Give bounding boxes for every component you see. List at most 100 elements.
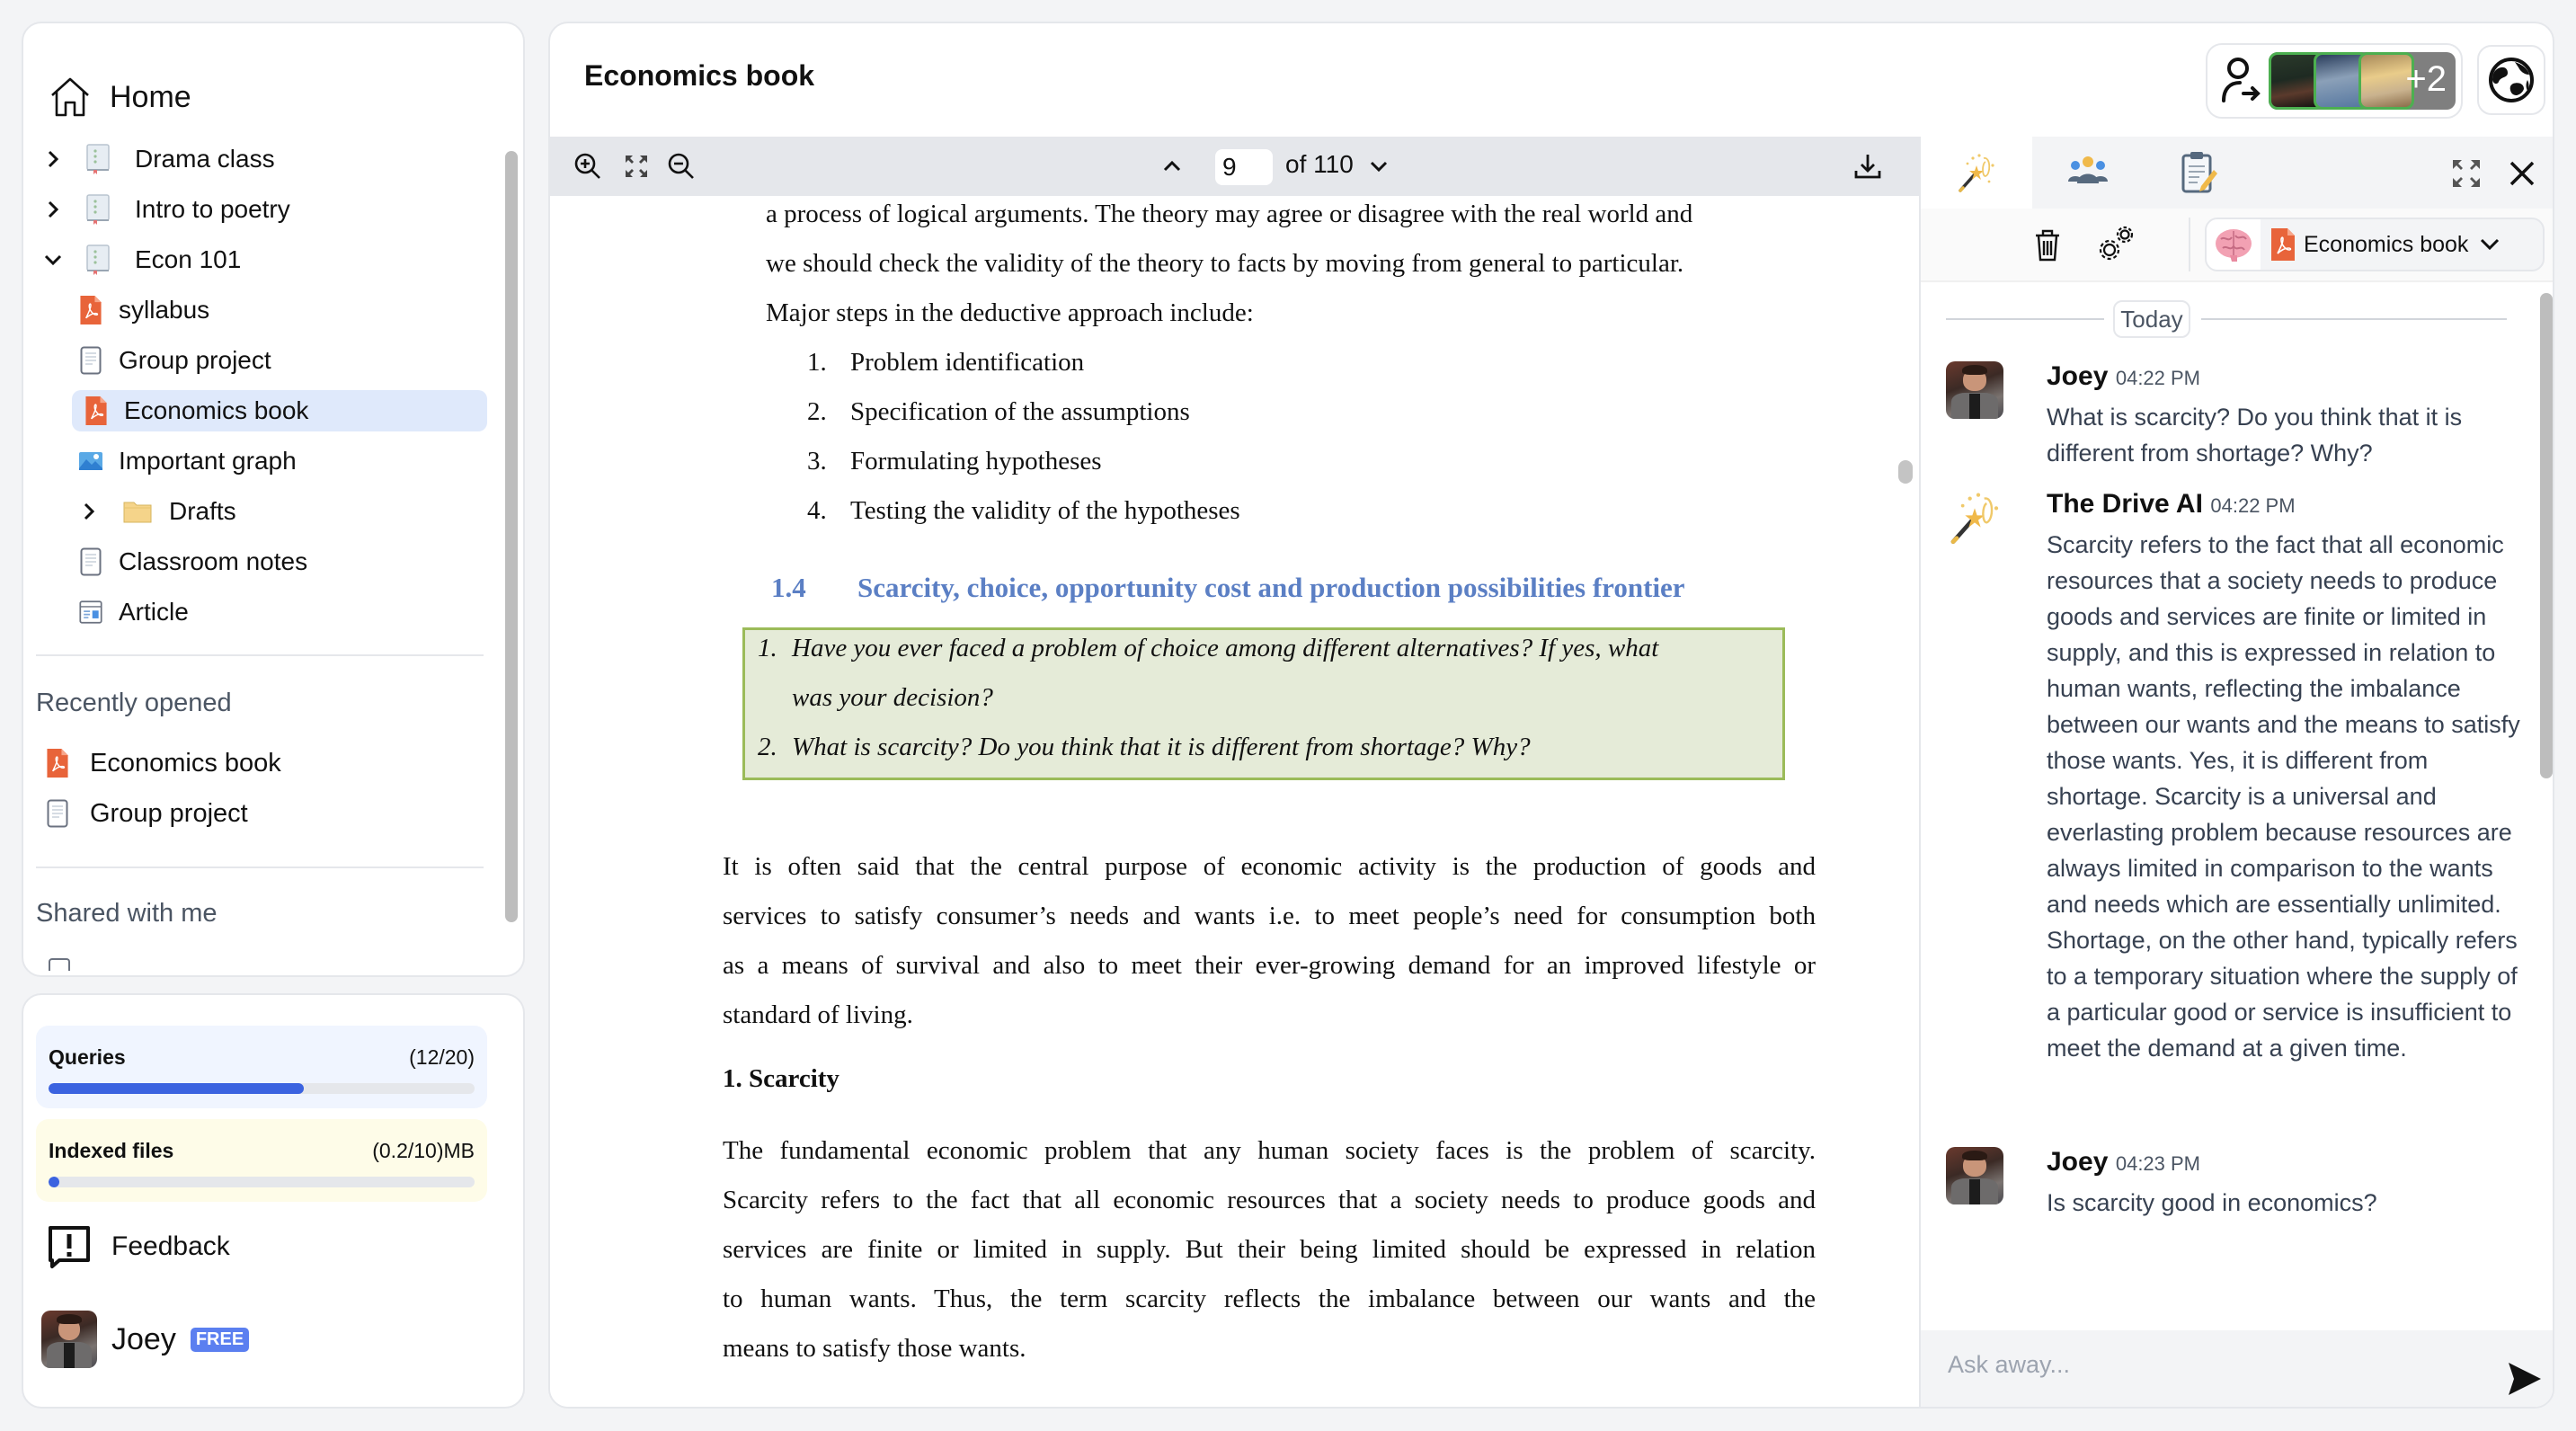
zoom-out-icon[interactable] — [667, 152, 696, 181]
chevron-right-icon[interactable] — [43, 149, 63, 169]
queries-progress-fill — [49, 1083, 305, 1094]
document-icon — [45, 799, 70, 828]
review-question-text: What is scarcity? Do you think that it i… — [792, 733, 1531, 761]
step-number: 2. — [807, 397, 827, 426]
home-link[interactable]: Home — [49, 72, 191, 122]
settings-gears-icon[interactable] — [2097, 223, 2136, 262]
sidebar-item-econ-101[interactable]: Econ 101 — [43, 239, 241, 280]
pdf-subheading: 1. Scarcity — [723, 1064, 839, 1093]
chat-input[interactable] — [1948, 1347, 2451, 1382]
ai-chat-panel: Economics book Today Joey 04:22 PM What i… — [1919, 137, 2553, 1407]
pdf-file-icon — [79, 295, 102, 325]
indexed-files-label: Indexed files — [49, 1139, 174, 1162]
sidebar-item-drafts[interactable]: Drafts — [79, 491, 236, 532]
sidebar-item-article[interactable]: Article — [79, 591, 189, 633]
pdf-file-icon — [2271, 228, 2295, 261]
message-text: Is scarcity good in economics? — [2047, 1189, 2377, 1216]
sidebar-item-label: Intro to poetry — [135, 195, 290, 223]
sidebar-item-label: Drafts — [169, 497, 236, 525]
notebook-icon — [86, 244, 110, 275]
share-button[interactable]: +2 — [2206, 43, 2463, 119]
user-avatar — [41, 1311, 97, 1368]
sidebar-item-syllabus[interactable]: syllabus — [79, 289, 209, 331]
sidebar-item-label: Important graph — [119, 447, 297, 475]
message-author: Joey — [2047, 1147, 2109, 1177]
queries-progress-bar — [49, 1083, 475, 1094]
pdf-text-line: as a means of survival and also to meet … — [723, 951, 1816, 980]
chat-scrollbar[interactable] — [2540, 293, 2553, 778]
date-separator-label: Today — [2113, 300, 2190, 338]
expand-panel-icon[interactable] — [2451, 158, 2482, 189]
step-number: 1. — [807, 348, 827, 377]
next-page-icon[interactable] — [1364, 152, 1393, 181]
page-number-input[interactable] — [1215, 149, 1273, 185]
indexed-progress-fill — [49, 1177, 59, 1187]
sidebar-scrollbar[interactable] — [505, 151, 518, 922]
collaborators-extra-count: +2 — [2405, 59, 2447, 99]
people-icon — [2068, 156, 2108, 183]
sidebar-item-drama-class[interactable]: Drama class — [43, 138, 275, 180]
sidebar-item-group-project[interactable]: Group project — [79, 340, 271, 381]
pdf-toolbar: of 110 — [550, 137, 1919, 196]
message-time: 04:22 PM — [2210, 494, 2296, 517]
page-total: of 110 — [1285, 150, 1354, 178]
chevron-right-icon[interactable] — [43, 200, 63, 219]
message-avatar — [1946, 361, 2003, 419]
recent-item[interactable]: Group project — [45, 793, 248, 834]
send-icon[interactable] — [2505, 1359, 2545, 1399]
chevron-right-icon[interactable] — [79, 502, 99, 521]
step-text: Problem identification — [850, 348, 1085, 377]
share-user-icon — [2222, 58, 2261, 102]
feedback-icon — [49, 1226, 90, 1268]
context-label: Economics book — [2304, 231, 2469, 257]
message-time: 04:22 PM — [2115, 367, 2201, 389]
sidebar-item-label: Economics book — [124, 396, 309, 424]
account-panel: Queries (12/20) Indexed files (0.2/10)MB… — [22, 993, 525, 1409]
recently-opened-heading: Recently opened — [36, 689, 232, 717]
review-question-text: 2. — [758, 733, 777, 761]
publish-button[interactable] — [2477, 45, 2545, 115]
toolbar-divider — [2189, 218, 2190, 271]
chevron-down-icon — [2481, 238, 2500, 251]
recent-item[interactable]: Economics book — [45, 742, 281, 784]
document-icon — [79, 547, 102, 577]
chevron-down-icon[interactable] — [43, 250, 63, 270]
tab-collaborators[interactable] — [2032, 137, 2144, 209]
pdf-text-line: we should check the validity of the theo… — [766, 249, 1684, 278]
message-author: The Drive AI — [2047, 489, 2203, 519]
ai-avatar-magic-wand-icon — [1950, 493, 1999, 544]
document-viewer: Economics book +2 9 of 110 a process of … — [548, 22, 2554, 1409]
close-panel-icon[interactable] — [2509, 160, 2536, 187]
trash-icon[interactable] — [2034, 228, 2061, 262]
tab-ai-chat[interactable] — [1921, 137, 2032, 209]
pdf-scrollbar[interactable] — [1898, 460, 1913, 484]
message-time: 04:23 PM — [2115, 1152, 2201, 1175]
chat-tabs — [1921, 137, 2553, 209]
download-icon[interactable] — [1853, 152, 1882, 181]
sidebar-item-important-graph[interactable]: Important graph — [79, 440, 297, 482]
review-questions-box: 1. Have you ever faced a problem of choic… — [742, 627, 1785, 780]
user-profile[interactable]: Joey FREE — [41, 1310, 250, 1369]
shared-file-icon — [49, 958, 70, 971]
home-label: Home — [110, 79, 191, 114]
sidebar-item-classroom-notes[interactable]: Classroom notes — [79, 541, 307, 582]
sidebar-item-label: Drama class — [135, 145, 275, 173]
pdf-text-line: standard of living. — [723, 1000, 913, 1029]
zoom-in-icon[interactable] — [573, 152, 602, 181]
sidebar-item-economics-book[interactable]: Economics book — [72, 390, 487, 431]
pdf-file-icon — [84, 396, 108, 426]
pdf-text-line: a process of logical arguments. The theo… — [766, 200, 1693, 228]
document-icon — [79, 345, 102, 376]
sidebar-item-label: Classroom notes — [119, 547, 308, 575]
fit-page-icon[interactable] — [622, 152, 651, 181]
brain-icon — [2216, 229, 2252, 262]
queries-value: (12/20) — [409, 1045, 475, 1069]
user-name: Joey — [111, 1321, 176, 1356]
tab-notes[interactable] — [2144, 137, 2255, 209]
feedback-button[interactable]: Feedback — [47, 1220, 230, 1274]
sidebar-item-intro-to-poetry[interactable]: Intro to poetry — [43, 189, 290, 230]
collaborator-avatars[interactable]: +2 — [2269, 52, 2456, 110]
context-selector[interactable]: Economics book — [2205, 218, 2545, 271]
previous-page-icon[interactable] — [1158, 152, 1186, 181]
home-icon — [51, 77, 89, 117]
